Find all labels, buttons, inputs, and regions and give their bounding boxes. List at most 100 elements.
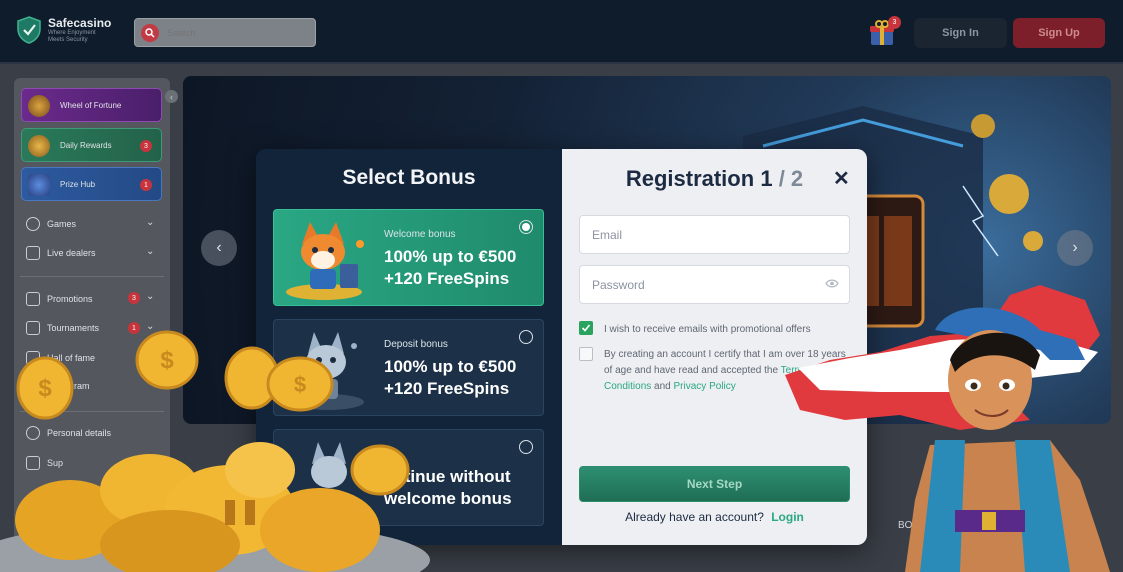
brand-tagline: Where Enjoyment Meets Security xyxy=(48,29,96,43)
registration-step-total: / 2 xyxy=(778,166,804,191)
promo-label: Wheel of Fortune xyxy=(60,100,122,110)
nav-hall-of-fame[interactable]: Hall of fame xyxy=(26,351,95,365)
fox-mascot-icon xyxy=(286,222,364,300)
select-bonus-title: Select Bonus xyxy=(342,166,476,189)
gift-count-badge: 3 xyxy=(888,16,901,29)
bonus-line2: +120 FreeSpins xyxy=(384,379,510,398)
crown-icon xyxy=(26,351,40,365)
bonus-line1: 100% up to €500 xyxy=(384,357,517,376)
wheel-icon xyxy=(28,95,50,117)
user-icon xyxy=(26,426,40,440)
already-text: Already have an account? xyxy=(625,510,764,524)
promo-prize-hub[interactable]: Prize Hub 1 xyxy=(21,167,162,201)
bonus-text: ontinue without welcome bonus xyxy=(384,466,544,510)
sidebar-divider xyxy=(20,276,164,277)
nav-label: Promotions xyxy=(47,294,93,304)
and-text: and xyxy=(654,381,671,392)
bonus-line1: 100% up to €500 xyxy=(384,247,517,266)
login-link[interactable]: Login xyxy=(771,510,804,524)
nav-label: Tournaments xyxy=(47,323,100,333)
collapse-sidebar-icon[interactable]: ‹ xyxy=(165,90,178,103)
sidebar-divider xyxy=(20,411,164,412)
promo-badge: 3 xyxy=(140,140,152,152)
top-header: Safecasino Where Enjoyment Meets Securit… xyxy=(0,0,1123,64)
chevron-down-icon[interactable]: ⌄ xyxy=(146,246,154,257)
terms-checkbox[interactable] xyxy=(579,347,593,361)
nav-label: Live dealers xyxy=(47,248,96,258)
bonus-kind: Deposit bonus xyxy=(384,339,448,350)
games-icon xyxy=(26,217,40,231)
support-icon xyxy=(26,456,40,470)
sign-up-button[interactable]: Sign Up xyxy=(1013,18,1105,48)
registration-title-text: Registration xyxy=(625,166,755,191)
bonus-text: 100% up to €500 +120 FreeSpins xyxy=(384,246,544,290)
nav-games[interactable]: Games xyxy=(26,217,76,231)
registration-panel: Registration 1 / 2 ✕ I wish to receive e… xyxy=(562,149,867,545)
nav-label: program xyxy=(56,381,90,391)
search-input[interactable] xyxy=(167,27,307,38)
bonus-line1: ontinue without xyxy=(384,467,511,486)
terms-label: By creating an account I certify that I … xyxy=(604,347,854,395)
nav-tournaments[interactable]: Tournaments xyxy=(26,321,99,335)
registration-step: 1 xyxy=(760,166,773,191)
bonus-option-deposit[interactable]: Deposit bonus 100% up to €500 +120 FreeS… xyxy=(273,319,544,416)
promo-label: Prize Hub xyxy=(60,179,96,189)
bonus-kind: nus xyxy=(384,449,401,460)
nav-label: Sup xyxy=(47,458,64,468)
tournaments-badge: 1 xyxy=(128,322,140,334)
nav-promotions[interactable]: Promotions xyxy=(26,292,93,306)
nav-personal-details[interactable]: Personal details xyxy=(26,426,111,440)
page: Safecasino Where Enjoyment Meets Securit… xyxy=(0,0,1123,572)
promo-badge: 1 xyxy=(140,179,152,191)
eye-icon[interactable] xyxy=(825,279,839,288)
close-icon[interactable]: ✕ xyxy=(833,166,850,191)
hero-prev-arrow[interactable]: ‹ xyxy=(201,230,237,266)
wolf-mascot-icon xyxy=(292,332,364,410)
check-icon xyxy=(581,324,591,332)
logo[interactable]: Safecasino Where Enjoyment Meets Securit… xyxy=(16,16,111,44)
brand-name: Safecasino xyxy=(48,15,112,30)
bonus-text: 100% up to €500 +120 FreeSpins xyxy=(384,356,544,400)
chevron-down-icon[interactable]: ⌄ xyxy=(146,217,154,228)
promo-emails-label: I wish to receive emails with promotiona… xyxy=(604,324,811,335)
nav-label: Games xyxy=(47,219,77,229)
sign-in-button[interactable]: Sign In xyxy=(914,18,1007,48)
already-have-account: Already have an account? Login xyxy=(562,510,867,524)
registration-title: Registration 1 / 2 xyxy=(562,166,867,192)
promo-wheel-of-fortune[interactable]: Wheel of Fortune xyxy=(21,88,162,122)
bonus-radio[interactable] xyxy=(519,330,533,344)
promo-label: Daily Rewards xyxy=(60,140,112,150)
category-bonus-label[interactable]: BONU xyxy=(898,520,927,531)
trophy-icon xyxy=(26,321,40,335)
nav-label: Hall of fame xyxy=(47,353,96,363)
live-dealers-icon xyxy=(26,246,40,260)
nav-support[interactable]: Sup xyxy=(26,456,63,470)
bonus-kind: Welcome bonus xyxy=(384,229,456,240)
prize-box-icon xyxy=(28,174,50,196)
hero-next-arrow[interactable]: › xyxy=(1057,230,1093,266)
wolf-mascot-icon xyxy=(311,442,347,488)
nav-program[interactable]: program xyxy=(56,381,90,391)
privacy-link[interactable]: Privacy Policy xyxy=(674,381,736,392)
bonus-line2: welcome bonus xyxy=(384,489,512,508)
select-bonus-panel: Select Bonus Welcome bonus 100% up to €5… xyxy=(256,149,562,545)
coins-icon xyxy=(28,135,50,157)
bonus-line2: +120 FreeSpins xyxy=(384,269,510,288)
bonus-option-no-bonus[interactable]: nus ontinue without welcome bonus xyxy=(273,429,544,526)
email-field[interactable] xyxy=(579,215,850,254)
promotions-badge: 3 xyxy=(128,292,140,304)
shield-logo-icon xyxy=(17,16,41,44)
password-field[interactable] xyxy=(579,265,850,304)
bonus-radio[interactable] xyxy=(519,440,533,454)
promo-emails-checkbox[interactable] xyxy=(579,321,593,335)
nav-live-dealers[interactable]: Live dealers xyxy=(26,246,96,260)
bonus-option-welcome[interactable]: Welcome bonus 100% up to €500 +120 FreeS… xyxy=(273,209,544,306)
chevron-down-icon[interactable]: ⌄ xyxy=(146,291,154,302)
search-icon xyxy=(141,23,159,42)
nav-label: Personal details xyxy=(47,428,112,438)
next-step-button[interactable]: Next Step xyxy=(579,466,850,502)
bonus-radio-selected[interactable] xyxy=(519,220,533,234)
promo-daily-rewards[interactable]: Daily Rewards 3 xyxy=(21,128,162,162)
search-box[interactable] xyxy=(134,18,316,47)
chevron-down-icon[interactable]: ⌄ xyxy=(146,321,154,332)
